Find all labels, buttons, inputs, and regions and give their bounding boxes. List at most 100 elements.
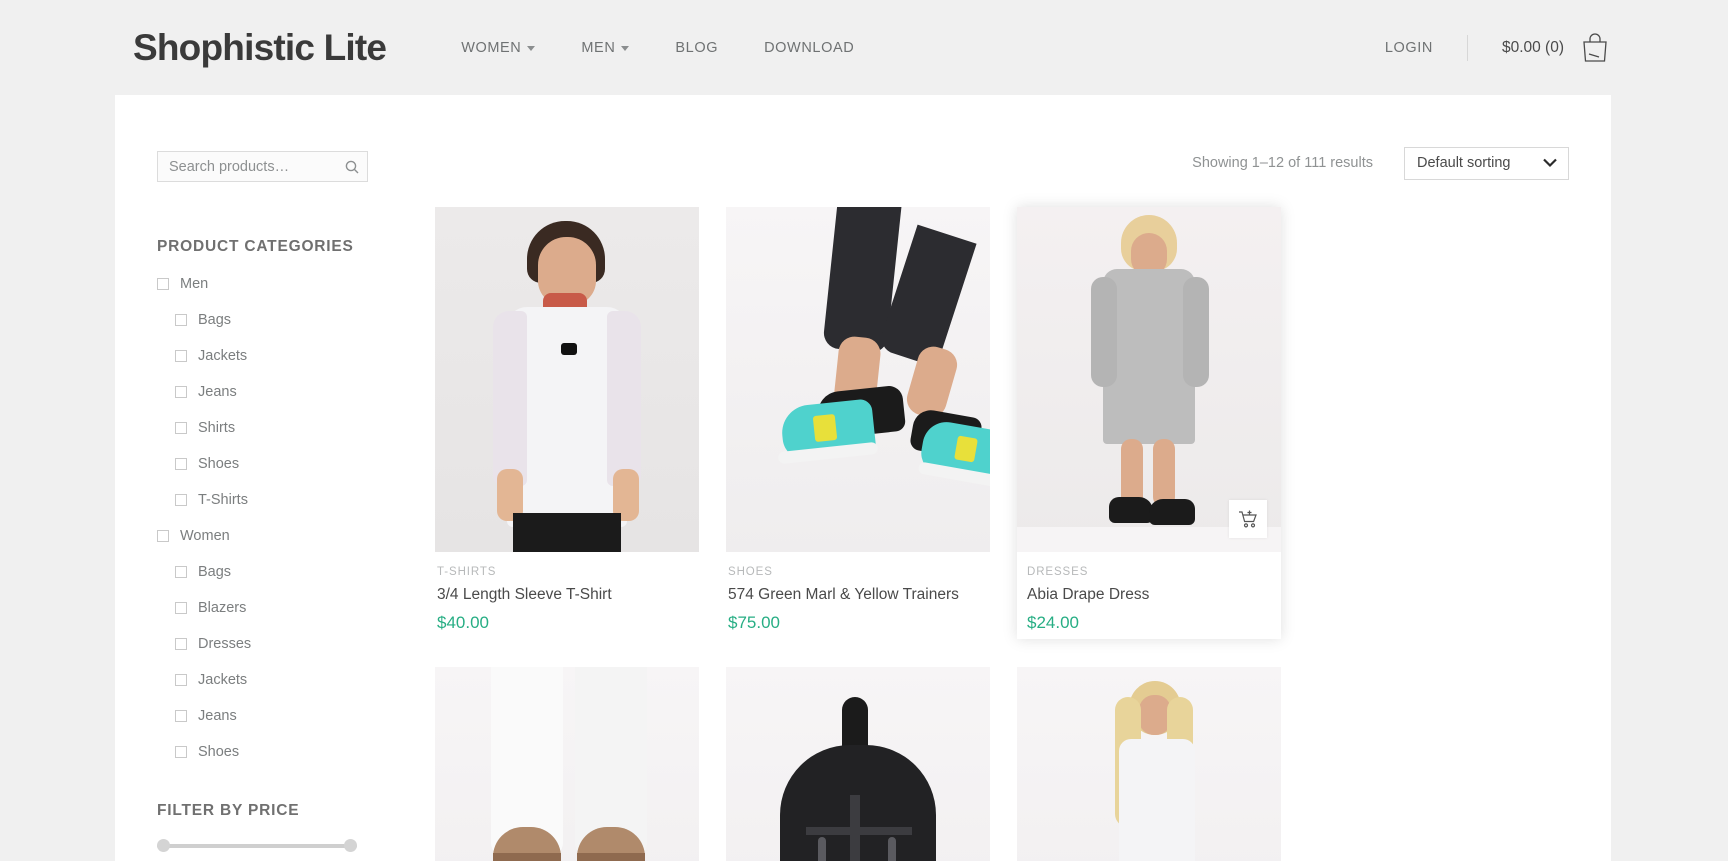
checkbox-icon[interactable]	[157, 530, 169, 542]
product-image[interactable]	[1017, 667, 1281, 861]
category-label: Blazers	[198, 600, 247, 616]
product-info: T-SHIRTS 3/4 Length Sleeve T-Shirt $40.0…	[435, 552, 699, 633]
nav-label-men: MEN	[581, 39, 616, 56]
shop-toolbar: Showing 1–12 of 111 results Default sort…	[435, 145, 1571, 181]
category-item-men-shoes[interactable]: Shoes	[157, 456, 409, 472]
product-title[interactable]: Abia Drape Dress	[1027, 586, 1281, 604]
shopping-bag-icon[interactable]	[1580, 32, 1610, 64]
product-categories-list: Men Bags Jackets Jeans Shirts Shoes T-Sh…	[157, 276, 409, 760]
result-count: Showing 1–12 of 111 results	[1192, 155, 1373, 171]
checkbox-icon[interactable]	[157, 278, 169, 290]
product-card[interactable]	[1017, 667, 1281, 861]
category-item-men[interactable]: Men	[157, 276, 409, 292]
product-title[interactable]: 574 Green Marl & Yellow Trainers	[728, 586, 990, 604]
products-main: Showing 1–12 of 111 results Default sort…	[409, 145, 1571, 861]
product-price: $40.00	[437, 613, 489, 632]
product-categories-title: PRODUCT CATEGORIES	[157, 238, 354, 255]
product-card[interactable]: SHOES Ankle Boots $35.00	[435, 667, 699, 861]
checkbox-icon[interactable]	[175, 422, 187, 434]
add-to-cart-button[interactable]	[1229, 500, 1267, 538]
nav-item-download[interactable]: DOWNLOAD	[741, 40, 877, 56]
product-card[interactable]	[726, 667, 990, 861]
site-header: Shophistic Lite WOMEN MEN BLOG DOWNLOAD …	[0, 0, 1728, 95]
category-item-women-dresses[interactable]: Dresses	[157, 636, 409, 652]
filter-by-price-title: FILTER BY PRICE	[157, 802, 300, 819]
nav-label-download: DOWNLOAD	[764, 39, 855, 56]
primary-nav: WOMEN MEN BLOG DOWNLOAD	[438, 40, 877, 56]
category-label: Jackets	[198, 672, 248, 688]
product-title[interactable]: 3/4 Length Sleeve T-Shirt	[437, 586, 699, 604]
checkbox-icon[interactable]	[175, 638, 187, 650]
category-item-women-bags[interactable]: Bags	[157, 564, 409, 580]
checkbox-icon[interactable]	[175, 566, 187, 578]
product-image[interactable]	[435, 667, 699, 861]
category-label: Jeans	[198, 708, 237, 724]
search-input[interactable]	[158, 152, 367, 181]
header-actions: LOGIN $0.00 (0)	[1385, 32, 1610, 64]
content-panel: PRODUCT CATEGORIES Men Bags Jackets	[115, 95, 1611, 861]
category-label: Shoes	[198, 456, 240, 472]
checkbox-icon[interactable]	[175, 602, 187, 614]
sorting-select[interactable]: Default sorting	[1404, 146, 1569, 180]
category-item-men-jackets[interactable]: Jackets	[157, 348, 409, 364]
category-label: Men	[180, 276, 209, 292]
category-item-men-shirts[interactable]: Shirts	[157, 420, 409, 436]
nav-item-men[interactable]: MEN	[558, 40, 652, 56]
category-item-men-tshirts[interactable]: T-Shirts	[157, 492, 409, 508]
category-item-women-blazers[interactable]: Blazers	[157, 600, 409, 616]
category-label: Women	[180, 528, 230, 544]
category-label: Shirts	[198, 420, 236, 436]
category-item-women-shoes[interactable]: Shoes	[157, 744, 409, 760]
checkbox-icon[interactable]	[175, 494, 187, 506]
header-divider	[1466, 34, 1468, 61]
product-card[interactable]: DRESSES Abia Drape Dress $24.00	[1017, 207, 1281, 639]
checkbox-icon[interactable]	[175, 314, 187, 326]
category-label: Dresses	[198, 636, 252, 652]
login-link[interactable]: LOGIN	[1385, 40, 1433, 56]
category-label: Bags	[198, 312, 232, 328]
slider-handle-max[interactable]	[344, 839, 357, 852]
category-label: T-Shirts	[198, 492, 248, 508]
category-item-women-jeans[interactable]: Jeans	[157, 708, 409, 724]
checkbox-icon[interactable]	[175, 458, 187, 470]
category-item-women[interactable]: Women	[157, 528, 409, 544]
product-card[interactable]: SHOES 574 Green Marl & Yellow Trainers $…	[726, 207, 990, 639]
nav-label-blog: BLOG	[675, 39, 719, 56]
product-image[interactable]	[726, 667, 990, 861]
nav-item-blog[interactable]: BLOG	[652, 40, 741, 56]
category-label: Shoes	[198, 744, 240, 760]
product-category[interactable]: SHOES	[728, 566, 990, 578]
shop-page: Shophistic Lite WOMEN MEN BLOG DOWNLOAD …	[0, 0, 1728, 861]
product-grid: T-SHIRTS 3/4 Length Sleeve T-Shirt $40.0…	[435, 207, 1571, 861]
search-products-widget	[157, 151, 368, 182]
checkbox-icon[interactable]	[175, 386, 187, 398]
price-range-slider[interactable]	[157, 839, 357, 852]
cart-total[interactable]: $0.00 (0)	[1502, 39, 1564, 57]
product-category[interactable]: DRESSES	[1027, 566, 1281, 578]
category-item-women-jackets[interactable]: Jackets	[157, 672, 409, 688]
slider-handle-min[interactable]	[157, 839, 170, 852]
product-card[interactable]: T-SHIRTS 3/4 Length Sleeve T-Shirt $40.0…	[435, 207, 699, 639]
product-info: SHOES 574 Green Marl & Yellow Trainers $…	[726, 552, 990, 633]
product-image[interactable]	[726, 207, 990, 552]
category-label: Jeans	[198, 384, 237, 400]
product-price: $24.00	[1027, 613, 1079, 632]
checkbox-icon[interactable]	[175, 710, 187, 722]
product-image[interactable]	[435, 207, 699, 552]
chevron-down-icon	[1543, 158, 1557, 168]
sidebar: PRODUCT CATEGORIES Men Bags Jackets	[157, 145, 409, 861]
category-label: Jackets	[198, 348, 248, 364]
checkbox-icon[interactable]	[175, 674, 187, 686]
search-icon[interactable]	[345, 160, 359, 174]
nav-item-women[interactable]: WOMEN	[438, 40, 558, 56]
product-image[interactable]	[1017, 207, 1281, 552]
category-item-men-jeans[interactable]: Jeans	[157, 384, 409, 400]
caret-down-icon	[621, 46, 630, 51]
slider-range-fill	[157, 844, 357, 848]
checkbox-icon[interactable]	[175, 350, 187, 362]
site-logo[interactable]: Shophistic Lite	[133, 27, 387, 69]
product-category[interactable]: T-SHIRTS	[437, 566, 699, 578]
category-item-men-bags[interactable]: Bags	[157, 312, 409, 328]
nav-label-women: WOMEN	[461, 39, 522, 56]
checkbox-icon[interactable]	[175, 746, 187, 758]
